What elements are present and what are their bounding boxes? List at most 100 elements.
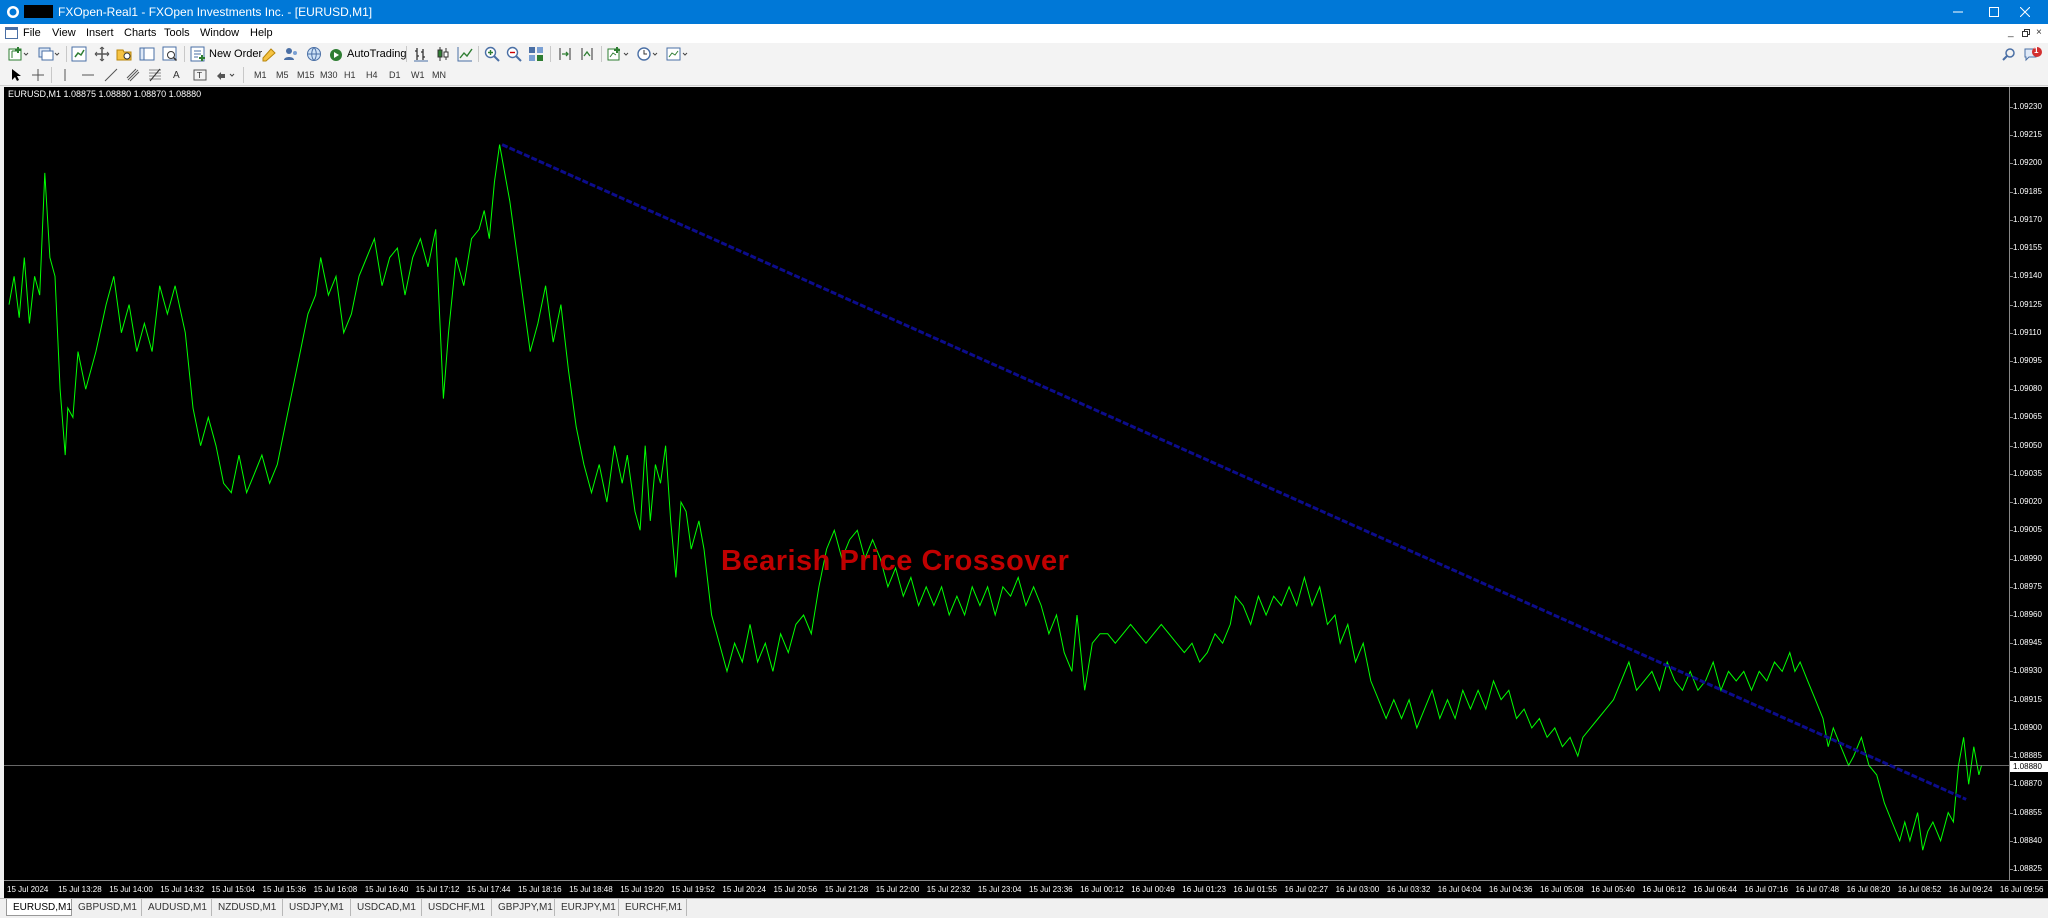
timeframe-d1[interactable]: D1 <box>389 68 401 82</box>
navigator-button[interactable] <box>116 46 132 62</box>
time-tick-label: 15 Jul 23:04 <box>977 885 1022 894</box>
line-chart-button[interactable] <box>457 46 473 62</box>
price-tick-label: 1.08915 <box>2013 694 2042 704</box>
menu-view[interactable]: View <box>49 27 79 39</box>
equidistant-channel-button[interactable] <box>126 67 140 83</box>
tile-windows-button[interactable] <box>528 46 544 62</box>
separator <box>66 46 67 62</box>
market-button[interactable] <box>306 46 322 62</box>
chart-tab[interactable]: NZDUSD,M1 <box>212 899 283 916</box>
menu-charts[interactable]: Charts <box>121 27 159 39</box>
fibonacci-button[interactable] <box>148 67 162 83</box>
market-watch-button[interactable] <box>71 46 87 62</box>
mdi-close-button[interactable]: × <box>2036 27 2042 38</box>
chart-annotation-text[interactable]: Bearish Price Crossover <box>721 545 1069 578</box>
mdi-minimize-button[interactable]: _ <box>2008 27 2014 38</box>
svg-text:T: T <box>196 71 202 80</box>
menu-insert[interactable]: Insert <box>83 27 117 39</box>
separator <box>478 46 479 62</box>
title-bar: FXOpen-Real1 - FXOpen Investments Inc. -… <box>0 0 2048 24</box>
timeframe-m1[interactable]: M1 <box>254 68 267 82</box>
time-tick-label: 15 Jul 23:36 <box>1029 885 1073 894</box>
autotrading-icon <box>330 49 342 61</box>
zoom-out-button[interactable] <box>506 46 522 62</box>
chart-tab[interactable]: USDCAD,M1 <box>351 899 422 916</box>
time-tick-label: 16 Jul 00:49 <box>1131 885 1175 894</box>
candlestick-button[interactable] <box>435 46 451 62</box>
mdi-restore-icon[interactable] <box>2022 29 2030 37</box>
tile-windows-icon <box>529 47 543 61</box>
chart-tab[interactable]: GBPJPY,M1 <box>492 899 555 916</box>
timeframe-mn[interactable]: MN <box>432 68 446 82</box>
autotrading-button[interactable]: AutoTrading <box>328 46 407 62</box>
trendline-button[interactable] <box>104 67 118 83</box>
text-button[interactable]: A <box>173 67 180 83</box>
standard-toolbar: New Order AutoTrading 1 <box>0 43 2048 66</box>
timeframe-m15[interactable]: M15 <box>297 68 315 82</box>
timeframe-h1[interactable]: H1 <box>344 68 356 82</box>
trendline-icon <box>104 68 118 82</box>
time-axis[interactable]: 15 Jul 2024 15 Jul 13:28 15 Jul 14:00 15 Ju… <box>4 880 2048 899</box>
autotrading-label: AutoTrading <box>347 48 407 60</box>
chart-tab[interactable]: GBPUSD,M1 <box>72 899 142 916</box>
terminal-button[interactable] <box>139 46 155 62</box>
timeframe-w1[interactable]: W1 <box>411 68 425 82</box>
timeframe-m5[interactable]: M5 <box>276 68 289 82</box>
price-tick-label: 1.08975 <box>2013 581 2042 591</box>
chart-tab[interactable]: USDCHF,M1 <box>422 899 492 916</box>
horizontal-line-button[interactable] <box>81 67 95 83</box>
price-tick-label: 1.08885 <box>2013 751 2042 761</box>
price-tick-label: 1.08840 <box>2013 835 2042 845</box>
menu-tools[interactable]: Tools <box>161 27 193 39</box>
price-chart[interactable]: EURUSD,M1 1.08875 1.08880 1.08870 1.0888… <box>4 87 2009 880</box>
crosshair-button[interactable] <box>31 67 45 83</box>
chart-tab[interactable]: EURCHF,M1 <box>619 899 687 916</box>
search-button[interactable] <box>2002 46 2016 62</box>
price-tick-label: 1.08870 <box>2013 779 2042 789</box>
notifications-button[interactable]: 1 <box>2024 46 2044 62</box>
vertical-line-button[interactable] <box>59 67 71 83</box>
bar-chart-button[interactable] <box>413 46 429 62</box>
time-tick-label: 15 Jul 19:52 <box>671 885 715 894</box>
price-tick-label: 1.09185 <box>2013 186 2042 196</box>
chart-tab[interactable]: AUDUSD,M1 <box>142 899 212 916</box>
profiles-button[interactable] <box>38 46 60 62</box>
close-icon <box>2020 7 2030 17</box>
cursor-button[interactable] <box>10 67 22 83</box>
time-tick-label: 15 Jul 13:28 <box>58 885 102 894</box>
menu-help[interactable]: Help <box>247 27 276 39</box>
close-button[interactable] <box>2002 0 2048 24</box>
line-chart-icon <box>457 47 473 62</box>
chart-tab[interactable]: USDJPY,M1 <box>283 899 351 916</box>
price-tick-label: 1.09230 <box>2013 102 2042 111</box>
menu-window[interactable]: Window <box>197 27 242 39</box>
chart-shift-button[interactable] <box>557 46 573 62</box>
signals-button[interactable] <box>283 46 299 62</box>
separator <box>550 46 551 62</box>
menu-file[interactable]: File <box>20 27 44 39</box>
data-window-button[interactable] <box>94 46 110 62</box>
time-tick-label: 16 Jul 08:20 <box>1846 885 1891 894</box>
timeframe-m30[interactable]: M30 <box>320 68 338 82</box>
periods-button[interactable] <box>637 46 661 62</box>
chart-tab[interactable]: EURUSD,M1 <box>6 899 72 916</box>
price-tick-label: 1.09125 <box>2013 299 2042 309</box>
price-axis[interactable]: 1.09230 1.09215 1.09200 1.09185 1.09170 1.091… <box>2009 87 2048 880</box>
autoscroll-button[interactable] <box>579 46 595 62</box>
templates-button[interactable] <box>666 46 690 62</box>
new-chart-button[interactable] <box>8 46 30 62</box>
bearish-trendline[interactable] <box>501 143 1967 801</box>
text-label-button[interactable]: T <box>193 67 207 83</box>
chart-tab[interactable]: EURJPY,M1 <box>555 899 619 916</box>
zoom-in-button[interactable] <box>484 46 500 62</box>
app-icon <box>7 6 19 18</box>
time-tick-label: 16 Jul 04:04 <box>1437 885 1482 894</box>
arrows-button[interactable] <box>216 67 238 83</box>
strategy-tester-button[interactable] <box>162 46 178 62</box>
chart-canvas[interactable] <box>4 87 2009 880</box>
indicators-button[interactable] <box>607 46 631 62</box>
timeframe-h4[interactable]: H4 <box>366 68 378 82</box>
metaeditor-button[interactable] <box>261 46 277 62</box>
new-order-button[interactable]: New Order <box>190 46 262 62</box>
text-tool-icon: A <box>173 69 180 81</box>
